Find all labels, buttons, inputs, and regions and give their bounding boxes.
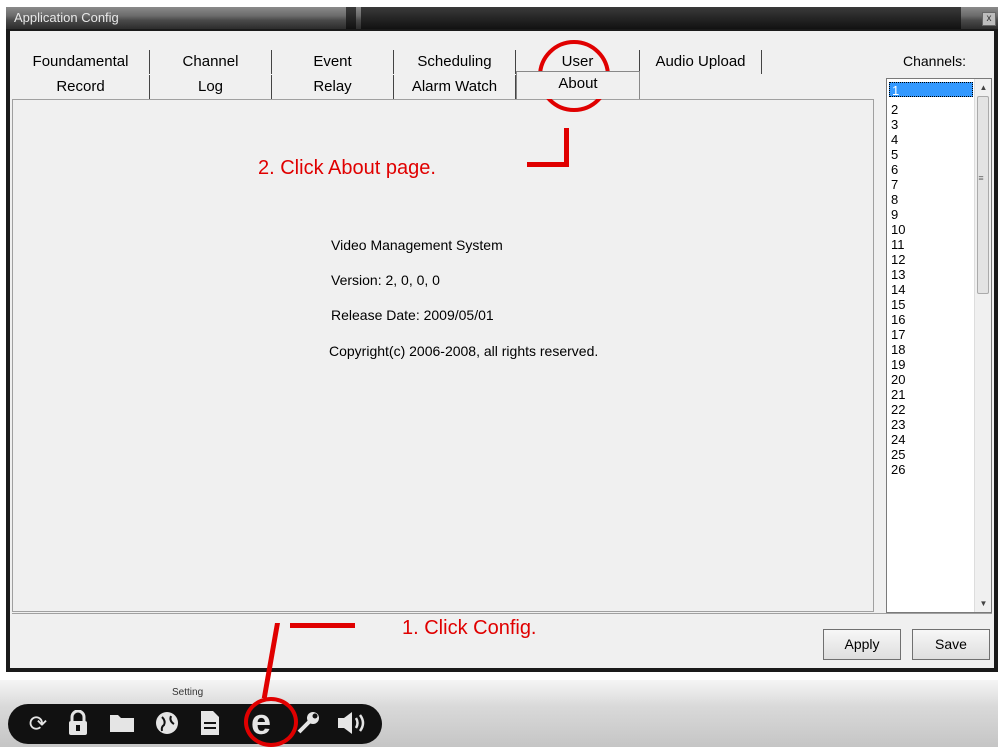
config-body: Foundamental Channel Event Scheduling Us… <box>10 31 994 668</box>
tab-log[interactable]: Log <box>150 75 272 99</box>
channel-item[interactable]: 17 <box>889 327 973 342</box>
channel-item[interactable]: 5 <box>889 147 973 162</box>
lock-icon[interactable] <box>64 709 92 738</box>
tab-channel[interactable]: Channel <box>150 50 272 74</box>
scroll-up-icon[interactable]: ▲ <box>975 79 992 96</box>
tab-record[interactable]: Record <box>12 75 150 99</box>
channel-item[interactable]: 20 <box>889 372 973 387</box>
tabs-row-top: Foundamental Channel Event Scheduling Us… <box>12 50 874 74</box>
globe-icon[interactable] <box>153 710 181 738</box>
tab-audio-upload[interactable]: Audio Upload <box>640 50 762 74</box>
channel-item[interactable]: 8 <box>889 192 973 207</box>
channel-item[interactable]: 23 <box>889 417 973 432</box>
channel-item[interactable]: 3 <box>889 117 973 132</box>
scroll-grip-icon: ≡ <box>978 173 984 183</box>
refresh-icon[interactable]: ⟳ <box>24 710 52 738</box>
channel-item[interactable]: 6 <box>889 162 973 177</box>
channel-item[interactable]: 13 <box>889 267 973 282</box>
title-bar: Application Config x <box>6 7 998 29</box>
app-config-window: Application Config x Foundamental Channe… <box>6 7 998 672</box>
channel-item[interactable]: 15 <box>889 297 973 312</box>
tab-relay[interactable]: Relay <box>272 75 394 99</box>
tab-alarm-watch[interactable]: Alarm Watch <box>394 75 516 99</box>
channel-list[interactable]: 1 2 3 4 5 6 7 8 9 10 11 12 13 14 15 16 1… <box>886 78 992 613</box>
channel-item[interactable]: 4 <box>889 132 973 147</box>
document-icon[interactable] <box>196 710 224 738</box>
scroll-thumb[interactable] <box>977 96 989 294</box>
wrench-icon[interactable] <box>294 710 322 738</box>
channel-item[interactable]: 14 <box>889 282 973 297</box>
channel-item[interactable]: 1 <box>889 82 973 98</box>
footer-divider <box>12 613 992 614</box>
close-button[interactable]: x <box>982 12 996 26</box>
titlebar-dark-region <box>361 7 961 29</box>
version-text: Version: 2, 0, 0, 0 <box>331 272 440 288</box>
save-button[interactable]: Save <box>912 629 990 660</box>
annotation-line-vertical <box>564 128 569 166</box>
channel-item[interactable]: 26 <box>889 462 973 477</box>
channel-scrollbar[interactable]: ▲ ≡ ▼ <box>974 79 991 612</box>
titlebar-divider <box>346 7 356 29</box>
channel-item[interactable]: 21 <box>889 387 973 402</box>
channel-item[interactable]: 19 <box>889 357 973 372</box>
channel-item[interactable]: 25 <box>889 447 973 462</box>
tab-event[interactable]: Event <box>272 50 394 74</box>
apply-button[interactable]: Apply <box>823 629 901 660</box>
channel-item[interactable]: 9 <box>889 207 973 222</box>
config-icon-highlight-circle <box>244 697 298 747</box>
bottom-toolbar-area: Setting ⟳ e <box>0 680 998 747</box>
about-panel: Video Management System Version: 2, 0, 0… <box>12 99 874 612</box>
speaker-icon[interactable] <box>334 710 374 738</box>
annotation-step2: 2. Click About page. <box>258 157 436 179</box>
folder-icon[interactable] <box>108 710 136 738</box>
channel-item[interactable]: 7 <box>889 177 973 192</box>
main-toolbar: ⟳ e <box>8 704 382 744</box>
channel-item[interactable]: 22 <box>889 402 973 417</box>
channel-item[interactable]: 16 <box>889 312 973 327</box>
copyright-text: Copyright(c) 2006-2008, all rights reser… <box>329 343 599 359</box>
channel-item[interactable]: 18 <box>889 342 973 357</box>
tab-scheduling[interactable]: Scheduling <box>394 50 516 74</box>
tab-foundamental[interactable]: Foundamental <box>12 50 150 74</box>
release-date-text: Release Date: 2009/05/01 <box>331 307 494 323</box>
channel-item[interactable]: 12 <box>889 252 973 267</box>
annotation-line-horizontal <box>527 162 569 167</box>
setting-label: Setting <box>172 687 204 698</box>
channel-item[interactable]: 11 <box>889 237 973 252</box>
channel-item[interactable]: 10 <box>889 222 973 237</box>
window-title: Application Config <box>14 10 119 25</box>
channel-item[interactable]: 24 <box>889 432 973 447</box>
annotation-step1: 1. Click Config. <box>402 617 537 639</box>
product-name: Video Management System <box>331 237 503 253</box>
annotation-line-horizontal-2 <box>290 623 355 628</box>
channel-item[interactable]: 2 <box>889 102 973 117</box>
tabs-row-bottom: Record Log Relay Alarm Watch About <box>12 71 874 99</box>
scroll-down-icon[interactable]: ▼ <box>975 595 992 612</box>
channels-label: Channels: <box>903 53 967 69</box>
tab-about[interactable]: About <box>516 71 640 99</box>
